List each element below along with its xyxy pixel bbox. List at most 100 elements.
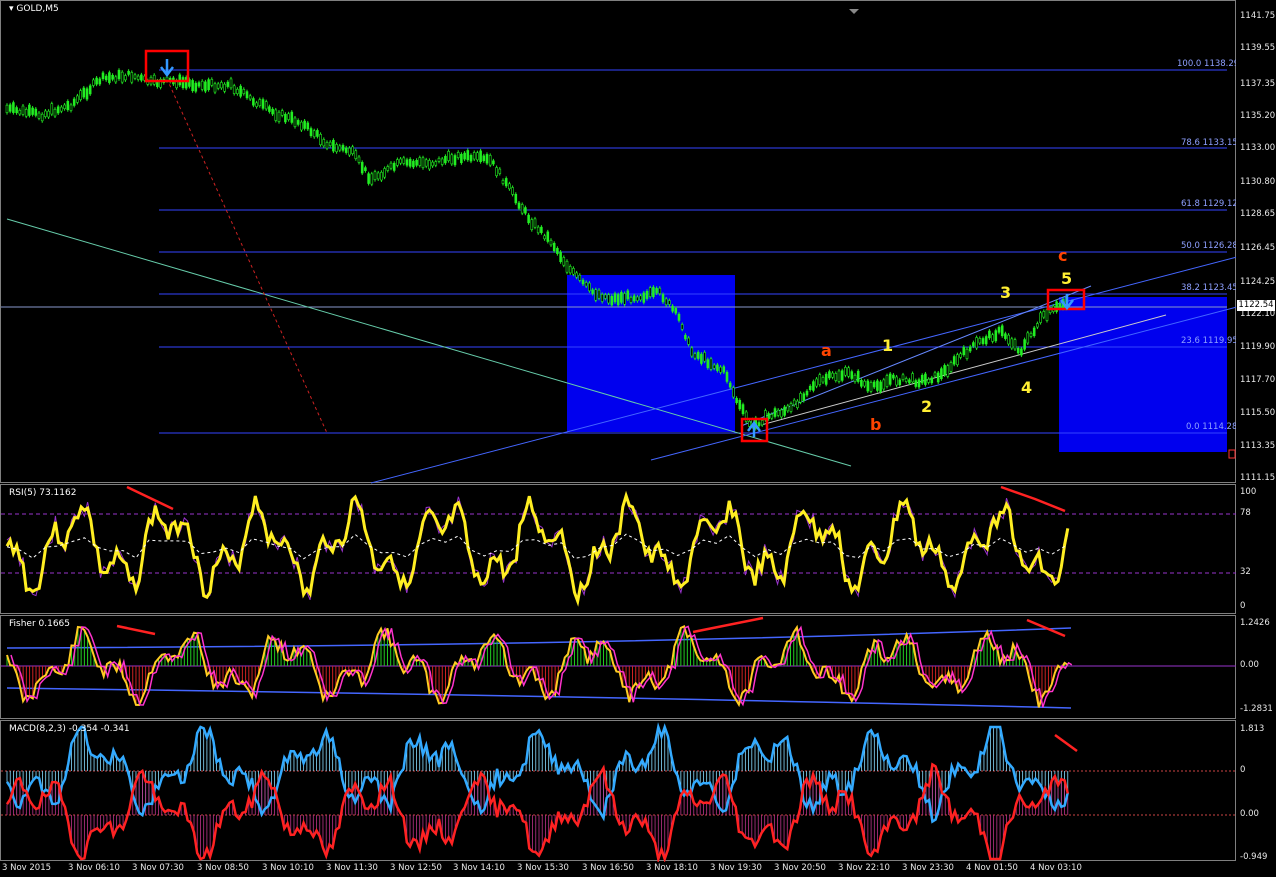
candle-body <box>402 157 406 164</box>
fisher-pane[interactable]: Fisher 0.1665 <box>0 615 1237 719</box>
candle-body <box>786 405 790 412</box>
candle-body <box>85 88 89 100</box>
time-tick: 3 Nov 06:10 <box>68 863 120 873</box>
candle-body <box>66 101 70 111</box>
candle-body <box>616 294 620 306</box>
candle-body <box>924 373 927 385</box>
candle-body <box>319 134 322 146</box>
candle-body <box>1039 312 1042 323</box>
candle-body <box>840 370 844 381</box>
candle-body <box>380 171 383 181</box>
candle-body <box>604 294 607 299</box>
candle-body <box>258 99 262 106</box>
candle-body <box>376 172 380 180</box>
rsi-canvas <box>1 485 1237 607</box>
candle-body <box>216 83 220 89</box>
candle-body <box>687 337 690 345</box>
time-tick: 3 Nov 11:30 <box>326 863 378 873</box>
candle-body <box>984 336 988 345</box>
candle-body <box>588 282 591 292</box>
candle-body <box>5 104 9 113</box>
fib-label-0: 0.0 1114.28 <box>1186 422 1238 432</box>
candle-body <box>296 120 300 125</box>
fisher-trigger-line <box>10 625 1073 708</box>
macd-main-line <box>5 722 1070 824</box>
candle-body <box>536 226 540 234</box>
price-tick: 1119.90 <box>1240 342 1276 352</box>
fib-zone-left <box>567 275 735 432</box>
candle-body <box>21 105 25 115</box>
time-tick: 3 Nov 22:10 <box>838 863 890 873</box>
candle-body <box>709 358 713 370</box>
price-tick: 1111.15 <box>1240 473 1276 483</box>
candle-body <box>578 274 582 281</box>
candle-body <box>76 95 79 103</box>
candle-body <box>88 85 92 95</box>
price-tick: 1141.75 <box>1240 11 1276 21</box>
candle-body <box>460 153 463 164</box>
candle-body <box>69 104 73 111</box>
candle-body <box>664 298 668 306</box>
candle-body <box>8 104 12 112</box>
candle-body <box>930 377 934 384</box>
candle-body <box>1016 348 1020 354</box>
candle-body <box>511 187 514 195</box>
candle-body <box>821 377 825 383</box>
price-tick: 1130.80 <box>1240 177 1276 187</box>
candle-body <box>354 150 358 160</box>
candle-body <box>309 128 313 137</box>
candle-body <box>895 376 898 386</box>
candle-body <box>850 371 854 379</box>
fisher-band-lower <box>6 687 1072 709</box>
candle-body <box>72 98 76 106</box>
candle-body <box>735 397 738 404</box>
candle-body <box>392 162 396 171</box>
candle-body <box>584 282 588 287</box>
candle-body <box>232 85 236 94</box>
price-tick: 1124.25 <box>1240 277 1276 287</box>
candle-body <box>1020 348 1023 356</box>
price-axis: 1141.75 1139.55 1137.35 1135.20 1133.00 … <box>1236 0 1276 483</box>
candle-body <box>367 173 370 184</box>
time-tick: 3 Nov 20:50 <box>774 863 826 873</box>
candle-body <box>568 266 572 274</box>
candle-body <box>834 373 838 381</box>
candle-body <box>770 414 774 419</box>
candle-body <box>994 330 998 342</box>
rsi-tick: 32 <box>1240 567 1251 577</box>
candle-body <box>965 348 969 359</box>
candle-body <box>444 156 447 164</box>
candle-body <box>844 367 847 376</box>
candle-body <box>860 379 863 387</box>
macd-tick: 1.813 <box>1240 724 1265 734</box>
price-tick: 1126.45 <box>1240 243 1276 253</box>
candle-body <box>668 300 671 305</box>
candle-body <box>600 294 604 302</box>
candle-body <box>671 305 674 312</box>
candle-body <box>700 353 703 364</box>
rsi-pane[interactable]: RSI(5) 73.1162 <box>0 484 1237 614</box>
macd-pane[interactable]: MACD(8,2,3) -0.354 -0.341 <box>0 720 1237 862</box>
divergence-arrow-icon <box>116 624 156 636</box>
wave-label-4: 4 <box>1021 378 1033 397</box>
candle-body <box>101 72 105 80</box>
price-chart-pane[interactable]: ▾ GOLD,M5 100.0 1138.29 78.6 1133.15 61.… <box>0 0 1239 484</box>
wave-label-2: 2 <box>921 397 933 416</box>
candle-body <box>706 359 710 369</box>
candle-body <box>652 286 655 298</box>
candle-body <box>492 160 495 165</box>
candle-body <box>280 110 284 116</box>
candle-body <box>277 111 281 122</box>
candle-body <box>488 155 492 166</box>
candle-body <box>15 107 18 114</box>
candle-body <box>56 106 60 114</box>
candle-body <box>284 113 287 123</box>
candle-body <box>901 374 905 380</box>
candle-body <box>456 152 460 159</box>
macd-tick: -0.949 <box>1240 852 1268 862</box>
candle-body <box>997 327 1001 333</box>
candle-body <box>514 193 518 204</box>
candle-body <box>98 78 102 85</box>
trendline-red-dotted <box>166 78 328 434</box>
candle-body <box>904 378 908 382</box>
